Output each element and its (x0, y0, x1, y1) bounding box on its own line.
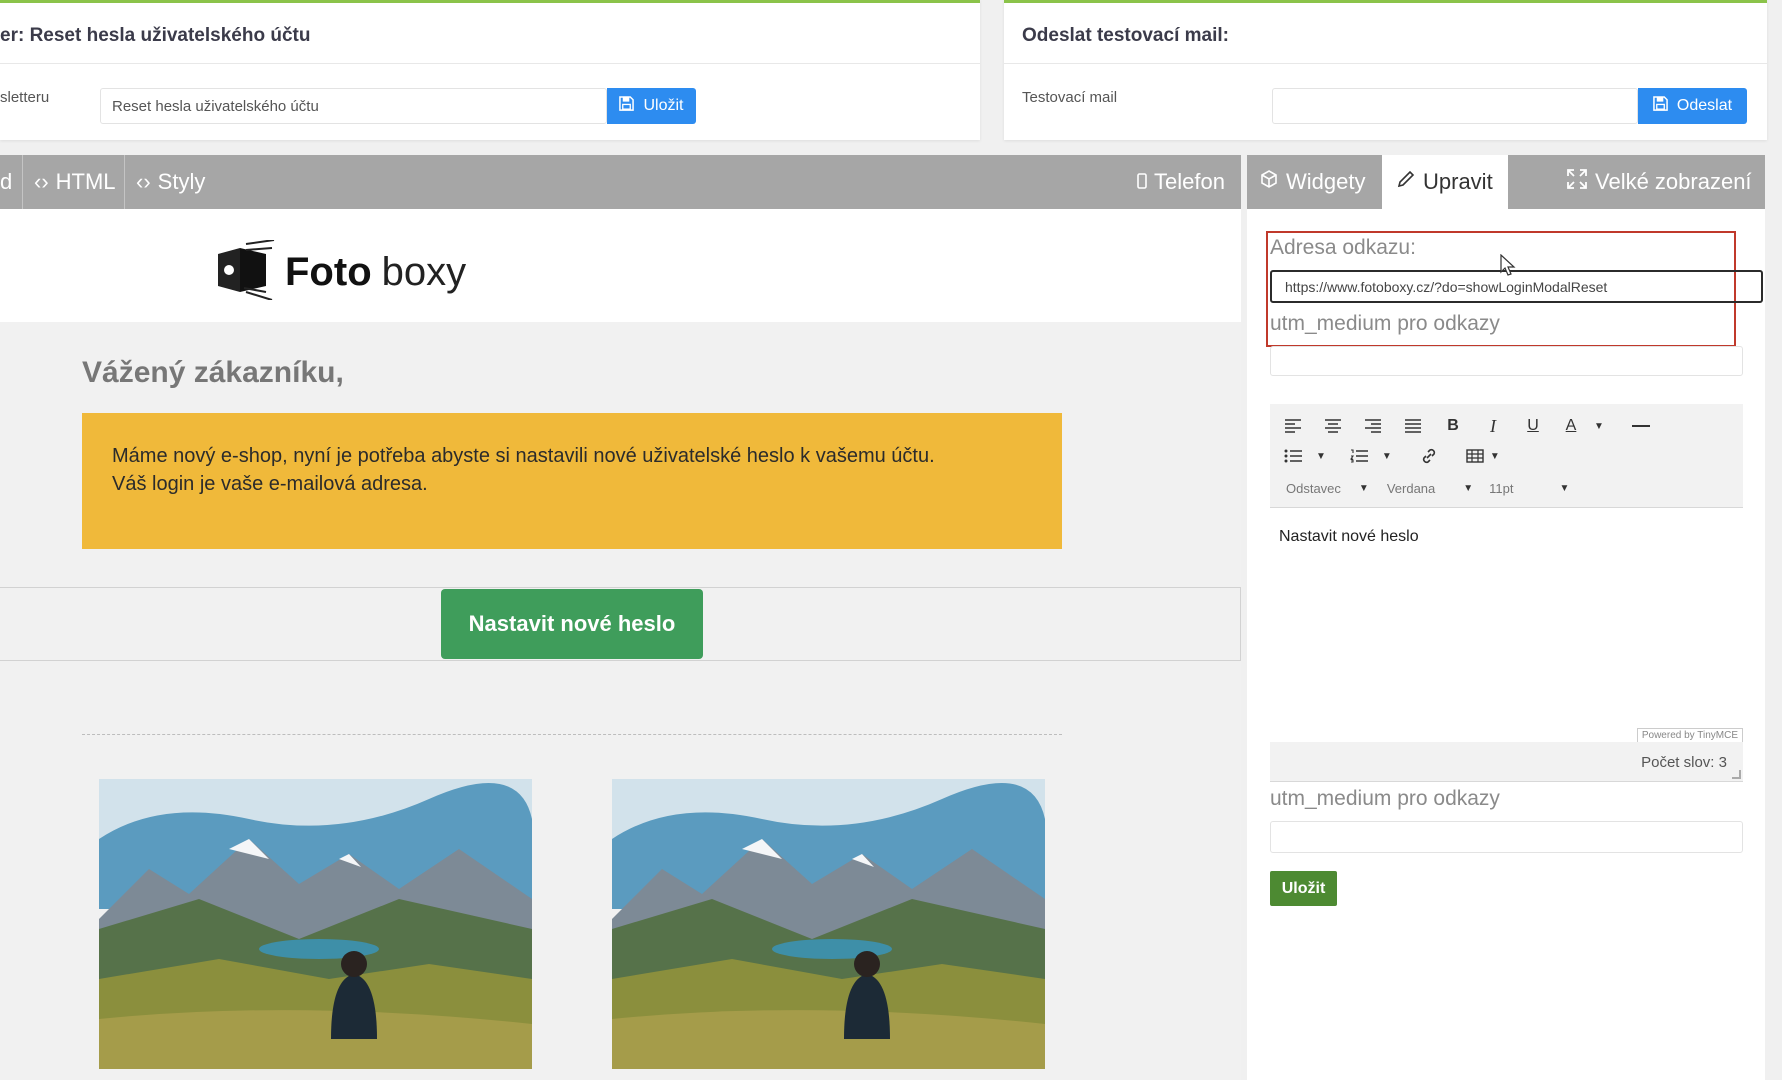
panel-save-button-label: Uložit (1281, 879, 1326, 897)
save-name-button-label: Uložit (643, 97, 684, 114)
link-icon[interactable] (1414, 443, 1444, 469)
align-right-icon[interactable] (1358, 413, 1388, 439)
tab-styles-label: Styly (157, 169, 206, 194)
utm-medium-input-2[interactable] (1270, 821, 1743, 853)
editor-toolbar: d ‹› HTML ‹› Styly Telefon (0, 155, 1241, 209)
table-icon[interactable] (1460, 443, 1490, 469)
mouse-cursor-icon (1500, 253, 1516, 281)
notice-line-1: Máme nový e-shop, nyní je potřeba abyste… (112, 445, 935, 467)
tab-phone[interactable]: Telefon (1137, 155, 1225, 209)
code-icon: ‹› (34, 169, 49, 194)
utm-medium-input-1[interactable] (1270, 346, 1743, 376)
utm-medium-label-1: utm_medium pro odkazy (1270, 312, 1500, 335)
test-mail-label: Testovací mail (1022, 89, 1118, 106)
rte-toolbar: B I U A ▼ ▼ ▼ ▼ Odstavec ▼ Verdana ▼ 11p… (1270, 404, 1743, 508)
numbered-list-icon[interactable] (1344, 443, 1374, 469)
floppy-disk-icon (1653, 96, 1668, 116)
chevron-down-icon[interactable]: ▼ (1560, 483, 1570, 494)
font-family-select[interactable]: Verdana (1387, 481, 1435, 496)
tab-fullscreen-label: Velké zobrazení (1595, 169, 1752, 194)
tab-styles[interactable]: ‹› Styly (136, 155, 205, 209)
newsletter-name-input[interactable]: Reset hesla uživatelského účtu (100, 88, 607, 124)
save-name-button[interactable]: Uložit (607, 88, 696, 124)
newsletter-name-card: er: Reset hesla uživatelského účtu slett… (0, 0, 980, 140)
email-preview: Foto boxy Vážený zákazníku, Máme nový e-… (0, 209, 1241, 1080)
bullet-list-icon[interactable] (1278, 443, 1308, 469)
test-mail-input[interactable] (1272, 88, 1638, 124)
landscape-image-right[interactable] (612, 779, 1045, 1069)
send-test-mail-button[interactable]: Odeslat (1638, 88, 1747, 124)
link-address-input[interactable]: https://www.fotoboxy.cz/?do=showLoginMod… (1270, 270, 1763, 303)
tab-phone-label: Telefon (1154, 169, 1225, 194)
word-count: Počet slov: 3 (1641, 754, 1727, 771)
paragraph-format-select[interactable]: Odstavec (1286, 481, 1341, 496)
align-left-icon[interactable] (1278, 413, 1308, 439)
floppy-disk-icon (619, 96, 635, 116)
landscape-image-left[interactable] (99, 779, 532, 1069)
test-mail-card-title: Odeslat testovací mail: (1004, 3, 1767, 64)
editor-content: Nastavit nové heslo (1279, 528, 1419, 545)
tab-partial[interactable]: d (0, 155, 22, 209)
email-divider (82, 734, 1062, 735)
tab-edit-label: Upravit (1423, 169, 1493, 194)
editor-statusbar: Počet slov: 3 (1270, 742, 1743, 782)
notice-line-2: Váš login je vaše e-mailová adresa. (112, 473, 428, 495)
cta-button-label: Nastavit nové heslo (468, 611, 676, 636)
code-icon: ‹› (136, 169, 151, 194)
test-mail-card: Odeslat testovací mail: Testovací mail O… (1004, 0, 1767, 140)
newsletter-name-label: sletteru (0, 89, 50, 106)
tab-edit[interactable]: Upravit (1382, 155, 1508, 209)
tab-html[interactable]: ‹› HTML (34, 155, 116, 209)
panel-save-button[interactable]: Uložit (1270, 871, 1337, 906)
tab-widgets-label: Widgety (1286, 169, 1366, 194)
notice-box: Máme nový e-shop, nyní je potřeba abyste… (82, 413, 1062, 549)
rich-text-editor[interactable]: Nastavit nové heslo Powered by TinyMCE (1270, 508, 1743, 764)
logo-text-bold: Foto (285, 249, 372, 294)
align-justify-icon[interactable] (1398, 413, 1428, 439)
chevron-down-icon[interactable]: ▼ (1490, 451, 1500, 462)
powered-by-tinymce[interactable]: Powered by TinyMCE (1636, 728, 1743, 743)
cube-icon (1259, 169, 1279, 195)
chevron-down-icon[interactable]: ▼ (1594, 421, 1604, 432)
resize-handle-icon[interactable] (1732, 770, 1741, 779)
font-size-select[interactable]: 11pt (1489, 481, 1513, 496)
camera-box-icon (213, 238, 275, 305)
tab-fullscreen[interactable]: Velké zobrazení (1566, 155, 1752, 209)
text-color-icon[interactable]: A (1558, 413, 1584, 439)
edit-panel: Adresa odkazu: https://www.fotoboxy.cz/?… (1247, 209, 1765, 1080)
fotoboxy-logo[interactable]: Foto boxy (213, 238, 467, 305)
pencil-icon (1396, 169, 1416, 195)
email-header (0, 209, 1241, 322)
chevron-down-icon[interactable]: ▼ (1382, 451, 1392, 462)
horizontal-rule-icon[interactable] (1626, 413, 1656, 439)
chevron-down-icon[interactable]: ▼ (1463, 483, 1473, 494)
underline-icon[interactable]: U (1518, 413, 1548, 439)
logo-text-light: boxy (381, 249, 467, 294)
tab-html-label: HTML (55, 169, 116, 194)
link-address-label: Adresa odkazu: (1270, 236, 1416, 259)
align-center-icon[interactable] (1318, 413, 1348, 439)
bold-icon[interactable]: B (1438, 413, 1468, 439)
newsletter-card-title: er: Reset hesla uživatelského účtu (0, 3, 980, 64)
italic-icon[interactable]: I (1478, 413, 1508, 439)
phone-icon (1137, 169, 1147, 195)
chevron-down-icon[interactable]: ▼ (1316, 451, 1326, 462)
send-test-mail-label: Odeslat (1676, 97, 1733, 114)
cta-button[interactable]: Nastavit nové heslo (441, 589, 703, 659)
chevron-down-icon[interactable]: ▼ (1359, 483, 1369, 494)
side-toolbar: Widgety Upravit Velké zobrazení (1247, 155, 1765, 209)
tab-widgets[interactable]: Widgety (1259, 155, 1365, 209)
utm-medium-label-2: utm_medium pro odkazy (1270, 787, 1500, 810)
tab-partial-label: d (0, 169, 13, 194)
expand-icon (1566, 168, 1588, 196)
email-greeting: Vážený zákazníku, (82, 356, 344, 389)
